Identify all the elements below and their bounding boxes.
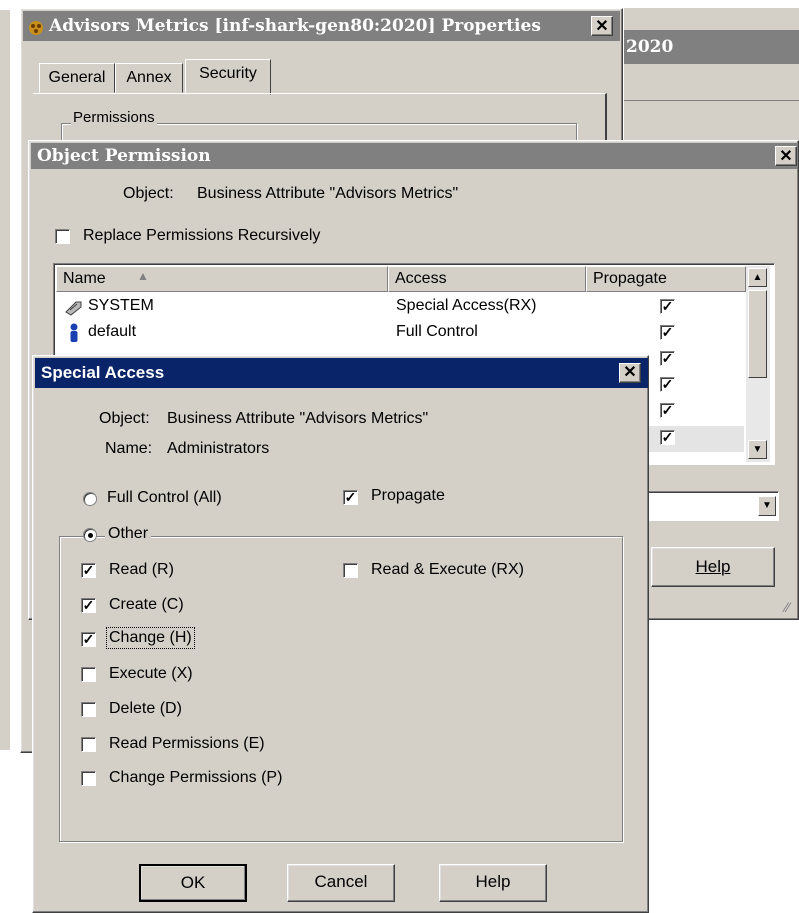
tab-annex[interactable]: Annex bbox=[115, 63, 183, 93]
row-access: Full Control bbox=[396, 323, 478, 340]
read-label[interactable]: Read (R) bbox=[109, 561, 174, 579]
special-object-value: Business Attribute "Advisors Metrics" bbox=[167, 410, 429, 427]
change-permissions-label[interactable]: Change Permissions (P) bbox=[109, 769, 282, 787]
special-access-titlebar: Special Access ✕ bbox=[35, 358, 648, 388]
special-access-close-button[interactable]: ✕ bbox=[619, 363, 641, 383]
change-checkbox[interactable]: ✓ bbox=[81, 632, 96, 647]
propagate-label[interactable]: Propagate bbox=[371, 487, 445, 505]
delete-label[interactable]: Delete (D) bbox=[109, 700, 182, 718]
user-icon bbox=[68, 323, 80, 348]
properties-titlebar: Advisors Metrics [inf-shark-gen80:2020] … bbox=[23, 11, 620, 41]
properties-close-button[interactable]: ✕ bbox=[591, 16, 613, 36]
row-name: default bbox=[88, 323, 137, 340]
other-label[interactable]: Other bbox=[105, 525, 152, 543]
system-key-icon bbox=[64, 298, 84, 321]
cancel-button-label: Cancel bbox=[314, 872, 368, 891]
column-header-propagate-label: Propagate bbox=[593, 270, 667, 287]
read-permissions-checkbox[interactable] bbox=[81, 737, 96, 752]
row-access: Special Access(RX) bbox=[396, 297, 537, 314]
permissions-group-label: Permissions bbox=[71, 109, 157, 126]
replace-recursive-checkbox[interactable] bbox=[55, 229, 70, 244]
help-button-label: Help bbox=[475, 872, 511, 891]
change-label[interactable]: Change (H) bbox=[106, 627, 195, 649]
background-window-rule bbox=[624, 100, 799, 101]
special-access-dialog: Special Access ✕ Object: Business Attrib… bbox=[32, 355, 649, 913]
special-name-value: Administrators bbox=[167, 440, 270, 457]
read-execute-label[interactable]: Read & Execute (RX) bbox=[371, 561, 524, 579]
execute-label[interactable]: Execute (X) bbox=[109, 665, 193, 683]
row-propagate-checkbox[interactable]: ✓ bbox=[660, 377, 675, 392]
replace-recursive-label[interactable]: Replace Permissions Recursively bbox=[83, 227, 320, 245]
read-checkbox[interactable]: ✓ bbox=[81, 563, 96, 578]
cancel-button[interactable]: Cancel bbox=[287, 864, 395, 902]
propagate-checkbox[interactable]: ✓ bbox=[343, 490, 358, 505]
other-radio[interactable] bbox=[83, 528, 97, 542]
create-checkbox[interactable]: ✓ bbox=[81, 598, 96, 613]
column-header-access[interactable]: Access bbox=[388, 266, 586, 292]
other-group bbox=[59, 536, 623, 842]
table-row[interactable]: default Full Control ✓ bbox=[56, 320, 746, 346]
properties-app-icon bbox=[27, 17, 45, 35]
row-propagate-checkbox[interactable]: ✓ bbox=[660, 325, 675, 340]
row-propagate-checkbox[interactable]: ✓ bbox=[660, 430, 675, 445]
object-permission-titlebar: Object Permission ✕ bbox=[31, 143, 798, 169]
read-execute-checkbox[interactable] bbox=[343, 563, 358, 578]
help-button-object-permission-label: Help bbox=[695, 557, 731, 576]
special-access-title: Special Access bbox=[41, 363, 165, 382]
ok-button-label: OK bbox=[180, 873, 206, 892]
properties-title: Advisors Metrics [inf-shark-gen80:2020] … bbox=[49, 16, 541, 36]
column-header-name[interactable]: Name ▲ bbox=[56, 266, 388, 292]
column-header-propagate[interactable]: Propagate bbox=[586, 266, 746, 292]
row-propagate-checkbox[interactable]: ✓ bbox=[660, 351, 675, 366]
change-permissions-checkbox[interactable] bbox=[81, 771, 96, 786]
ok-button[interactable]: OK bbox=[139, 864, 247, 902]
row-propagate-checkbox[interactable]: ✓ bbox=[660, 403, 675, 418]
row-name: SYSTEM bbox=[88, 297, 154, 314]
object-permission-close-button[interactable]: ✕ bbox=[775, 146, 797, 166]
row-propagate-checkbox[interactable]: ✓ bbox=[660, 299, 675, 314]
scroll-down-button[interactable]: ▼ bbox=[748, 440, 767, 459]
help-button-object-permission[interactable]: Help bbox=[651, 547, 775, 587]
help-button[interactable]: Help bbox=[439, 864, 547, 902]
tab-security[interactable]: Security bbox=[185, 59, 271, 95]
execute-checkbox[interactable] bbox=[81, 667, 96, 682]
background-window-title: 2020 bbox=[626, 37, 674, 57]
left-edge-fragment bbox=[0, 10, 10, 750]
resize-grip-icon[interactable]: ⁄⁄ bbox=[785, 599, 790, 615]
scroll-thumb[interactable] bbox=[748, 290, 767, 378]
object-label: Object: bbox=[123, 185, 174, 202]
delete-checkbox[interactable] bbox=[81, 702, 96, 717]
tab-security-label: Security bbox=[199, 65, 257, 82]
sort-ascending-icon: ▲ bbox=[137, 269, 149, 283]
special-object-label: Object: bbox=[99, 410, 150, 427]
full-control-radio[interactable] bbox=[83, 492, 97, 506]
create-label[interactable]: Create (C) bbox=[109, 596, 184, 614]
chevron-down-icon[interactable]: ▼ bbox=[758, 496, 776, 516]
read-permissions-label[interactable]: Read Permissions (E) bbox=[109, 735, 265, 753]
scroll-up-button[interactable]: ▲ bbox=[748, 268, 767, 287]
tab-general-label: General bbox=[48, 69, 106, 86]
table-row[interactable]: SYSTEM Special Access(RX) ✓ bbox=[56, 294, 746, 320]
tab-general[interactable]: General bbox=[39, 63, 115, 93]
list-scrollbar[interactable]: ▲ ▼ bbox=[746, 266, 770, 462]
object-permission-title: Object Permission bbox=[37, 146, 211, 166]
special-name-label: Name: bbox=[105, 440, 153, 457]
column-header-name-label: Name bbox=[63, 270, 106, 287]
tab-annex-label: Annex bbox=[126, 69, 172, 86]
background-window-titlebar: 2020 bbox=[624, 30, 799, 64]
column-header-access-label: Access bbox=[395, 270, 447, 287]
full-control-label[interactable]: Full Control (All) bbox=[107, 489, 222, 507]
object-value: Business Attribute "Advisors Metrics" bbox=[197, 185, 459, 202]
